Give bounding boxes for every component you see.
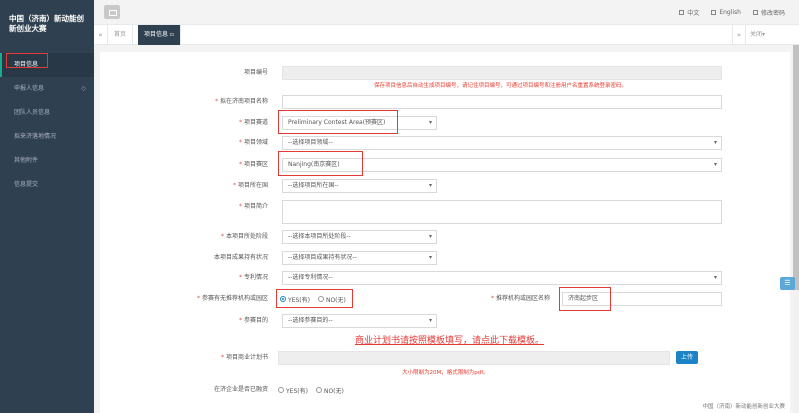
sidebar-item-label: 其他附件 bbox=[14, 157, 39, 164]
radio-unchecked-icon bbox=[315, 387, 322, 393]
tab-home[interactable]: 首页 bbox=[108, 25, 134, 45]
bp-hint: 大小限制为20M，格式限制为pdf。 bbox=[402, 370, 489, 376]
division-label: * 项目赛区 bbox=[238, 161, 268, 168]
sidebar-active-highlight bbox=[6, 53, 48, 68]
sidebar-item-attachments[interactable]: 其他附件 bbox=[0, 149, 94, 173]
project-no-hint: 保存项目信息后自动生成项目编号，请记住项目编号，可通过项目编号和注册用户名重置系… bbox=[374, 83, 628, 89]
tab-scroll-left-icon[interactable]: « bbox=[94, 25, 108, 45]
intro-label: * 项目简介 bbox=[238, 203, 268, 210]
field-label: * 项目领域 bbox=[238, 139, 268, 146]
patent-select[interactable]: --选择专利情况-- bbox=[282, 271, 722, 285]
recommend-org-label: * 推荐机构或园区名称 bbox=[490, 295, 550, 302]
bp-file-input bbox=[278, 351, 670, 365]
recommend-radio-highlight bbox=[276, 289, 353, 308]
intro-textarea[interactable] bbox=[282, 200, 722, 224]
recommend-label: * 参赛有无推荐机构或园区 bbox=[196, 295, 268, 302]
sidebar-item-label: 信息提交 bbox=[14, 181, 39, 188]
sidebar-item-label: 申报人信息 bbox=[14, 85, 45, 92]
track-label: * 项目赛道 bbox=[238, 119, 268, 126]
purpose-select[interactable]: --选择参赛目的-- bbox=[282, 314, 437, 328]
change-password-link[interactable]: 修改密码 bbox=[752, 8, 785, 17]
lang-cn-link[interactable]: 中文 bbox=[679, 8, 699, 17]
division-highlight bbox=[278, 151, 363, 176]
diamond-icon: ◇ bbox=[81, 85, 86, 92]
purpose-label: * 参赛目的 bbox=[238, 317, 268, 324]
recommend-org-highlight bbox=[559, 287, 611, 311]
track-highlight bbox=[278, 110, 398, 134]
upload-button[interactable]: 上传 bbox=[676, 351, 698, 364]
globe-icon bbox=[679, 10, 685, 15]
footer-text: 中国（济南）新动能创新创业大赛 bbox=[702, 404, 785, 410]
achievement-select[interactable]: --选择项目成果持有状况-- bbox=[282, 251, 437, 265]
project-no-input bbox=[282, 66, 722, 80]
sidebar-item-submit[interactable]: 信息提交 bbox=[0, 173, 94, 197]
field-select[interactable]: --选择项目领域-- bbox=[282, 136, 722, 150]
close-tabs-menu[interactable]: 关闭▾ bbox=[750, 25, 765, 45]
tabs-bar: « 首页 项目信息 ▫ » 关闭▾ bbox=[94, 25, 799, 45]
project-name-label: * 拟在济南项目名称 bbox=[214, 98, 268, 105]
stage-label: * 本项目所处阶段 bbox=[220, 233, 268, 240]
project-form: 项目编号 保存项目信息后自动生成项目编号，请记住项目编号，可通过项目编号和注册用… bbox=[100, 52, 790, 413]
sidebar-nav: 项目信息 申报人信息 ◇ 团队人员信息 拟来济落地情况 其他附件 信息提交 bbox=[0, 53, 94, 197]
financing-yes-radio[interactable]: YES(有) bbox=[278, 386, 308, 395]
project-name-input[interactable] bbox=[282, 95, 722, 109]
tab-project-info[interactable]: 项目信息 ▫ bbox=[138, 25, 181, 45]
lang-en-link[interactable]: English bbox=[711, 9, 741, 16]
location-select[interactable]: --选择项目所在国-- bbox=[282, 179, 437, 193]
patent-label: * 专利情况 bbox=[238, 274, 268, 281]
globe-icon bbox=[711, 10, 717, 15]
stage-select[interactable]: --选择本项目所处阶段-- bbox=[282, 230, 437, 244]
sidebar-item-label: 拟来济落地情况 bbox=[14, 133, 57, 140]
sidebar-item-team-info[interactable]: 团队人员信息 bbox=[0, 101, 94, 125]
sidebar-item-landing-status[interactable]: 拟来济落地情况 bbox=[0, 125, 94, 149]
key-icon bbox=[752, 10, 758, 15]
tab-scroll-right-icon[interactable]: » bbox=[732, 25, 746, 45]
project-no-label: 项目编号 bbox=[243, 69, 268, 76]
page-scrollbar-thumb[interactable] bbox=[793, 45, 799, 290]
financing-label: 在济企业是否已融资 bbox=[213, 386, 268, 393]
brand-title: 中国（济南）新动能创新创业大赛 bbox=[9, 14, 84, 33]
location-label: * 项目所在国 bbox=[232, 182, 268, 189]
financing-no-radio[interactable]: NO(无) bbox=[315, 386, 344, 395]
sidebar-item-applicant-info[interactable]: 申报人信息 ◇ bbox=[0, 77, 94, 101]
top-bar: 中文 English 修改密码 bbox=[94, 0, 799, 25]
achievement-label: 本项目成果持有状况 bbox=[213, 254, 268, 261]
sidebar-item-label: 团队人员信息 bbox=[14, 109, 51, 116]
radio-unchecked-icon bbox=[278, 387, 284, 393]
menu-toggle-button[interactable] bbox=[104, 5, 120, 19]
financing-radio-group: YES(有) NO(无) bbox=[278, 383, 344, 397]
bp-label: * 项目商业计划书 bbox=[220, 354, 268, 361]
top-links: 中文 English 修改密码 bbox=[679, 0, 785, 25]
float-menu-icon[interactable]: ☰ bbox=[780, 277, 795, 290]
template-download-link[interactable]: 商业计划书请按照模板填写，请点此下载模板。 bbox=[355, 333, 544, 346]
